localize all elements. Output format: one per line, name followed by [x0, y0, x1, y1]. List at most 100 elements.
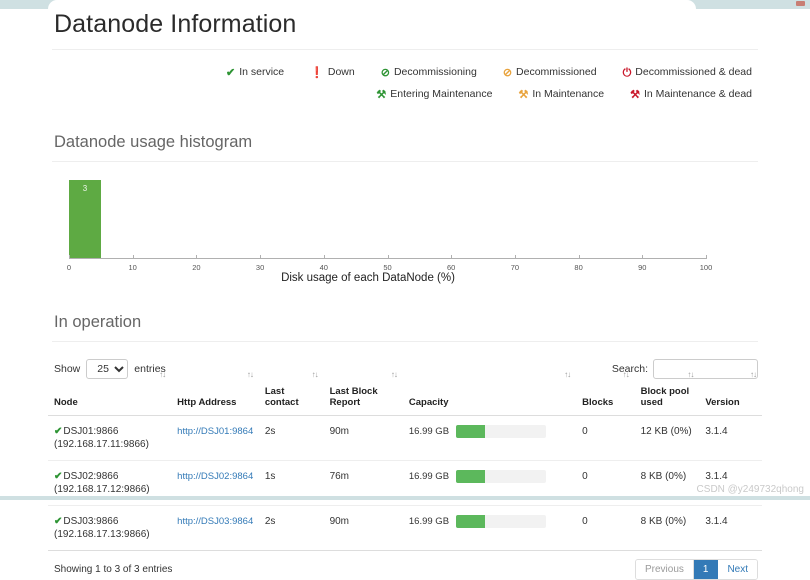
column-header-last-block-report[interactable]: ↑↓ Last Block Report	[323, 370, 403, 416]
legend-item-decommissioning: ⊘ Decommissioning	[381, 62, 477, 83]
capacity-value: 16.99 GB	[408, 426, 450, 437]
browser-tab[interactable]	[48, 0, 696, 9]
exclamation-circle-icon: ❗	[310, 67, 324, 79]
x-axis-tick	[387, 255, 389, 259]
column-header-capacity[interactable]: ↑↓ Capacity	[402, 370, 577, 416]
sort-icon[interactable]: ↑↓	[247, 369, 254, 380]
datanodes-table: ↑↓ Node ↑↓ Http Address ↑↓ Last contact ↑↓ Last…	[48, 370, 762, 551]
sort-icon[interactable]: ↑↓	[623, 369, 630, 380]
column-header-label: Node	[54, 397, 78, 408]
table-info: Showing 1 to 3 of 3 entries	[54, 564, 173, 575]
histogram-divider	[52, 161, 758, 162]
x-axis-tick-label: 90	[638, 263, 647, 272]
capacity-progress-bar	[456, 425, 547, 438]
sort-icon[interactable]: ↑↓	[391, 369, 398, 380]
sort-icon[interactable]: ↑↓	[564, 369, 571, 380]
table-header-row: ↑↓ Node ↑↓ Http Address ↑↓ Last contact ↑↓ Last…	[48, 370, 762, 416]
capacity-progress-fill	[456, 425, 485, 438]
x-axis-tick-label: 100	[699, 263, 713, 272]
column-header-label: Version	[705, 397, 740, 408]
node-ip-address: (192.168.17.11:9866)	[54, 439, 149, 450]
search-control: Search:	[612, 359, 758, 379]
check-icon: ✔	[54, 516, 63, 527]
x-axis-tick	[642, 255, 644, 259]
capacity-progress-fill	[456, 515, 485, 528]
capacity-value: 16.99 GB	[408, 516, 450, 527]
legend-item-label: Decommissioned	[516, 66, 597, 78]
column-header-label: Last Block Report	[329, 386, 378, 408]
http-address-link[interactable]: http://DSJ03:9864	[177, 516, 253, 527]
page-length-control: Show 102550100 entries	[54, 359, 166, 379]
cell-block-pool-used: 12 KB (0%)	[634, 415, 700, 461]
capacity-progress-bar	[456, 515, 547, 528]
check-icon: ✔	[54, 426, 63, 437]
check-icon: ✔	[54, 471, 63, 482]
cell-blocks: 0	[576, 415, 635, 461]
column-header-block-pool-used[interactable]: ↑↓ Block pool used	[634, 370, 700, 416]
x-axis-tick	[451, 255, 453, 259]
sort-icon[interactable]: ↑↓	[750, 369, 757, 380]
status-legend: ✔ In service ❗ Down ⊘ Decommissioning ⊘ Decommi…	[48, 50, 762, 110]
column-header-version[interactable]: ↑↓ Version	[699, 370, 762, 416]
column-header-http-address[interactable]: ↑↓ Http Address	[171, 370, 259, 416]
page-title: Datanode Information	[54, 10, 297, 38]
histogram-bar-value: 3	[82, 184, 88, 193]
legend-item-in-maintenance-dead: ⚒ In Maintenance & dead	[630, 84, 752, 105]
pagination-previous[interactable]: Previous	[635, 560, 694, 579]
browser-close-icon[interactable]	[796, 1, 805, 6]
table-body: ✔DSJ01:9866 (192.168.17.11:9866) http://DS…	[48, 415, 762, 551]
legend-item-label: Decommissioning	[393, 66, 477, 78]
legend-row-1: ✔ In service ❗ Down ⊘ Decommissioning ⊘ Decommi…	[48, 62, 752, 83]
x-axis-tick-label: 70	[510, 263, 520, 272]
page-length-select[interactable]: 102550100	[86, 359, 129, 379]
table-header: ↑↓ Node ↑↓ Http Address ↑↓ Last contact ↑↓ Last…	[48, 370, 762, 416]
cell-capacity: 16.99 GB	[402, 415, 577, 461]
column-header-last-contact[interactable]: ↑↓ Last contact	[258, 370, 324, 416]
legend-item-in-service: ✔ In service	[226, 62, 284, 83]
cell-last-block-report: 90m	[323, 505, 403, 551]
x-axis-tick	[706, 255, 707, 259]
pagination-next[interactable]: Next	[718, 560, 757, 579]
x-axis-tick-label: 0	[66, 263, 72, 272]
page-content: Datanode Information ✔ In service ❗ Down ⊘ De…	[0, 9, 810, 580]
cell-version: 3.1.4	[699, 505, 762, 551]
table-controls: Show 102550100 entries Search:	[48, 342, 762, 379]
histogram-x-axis-label: Disk usage of each DataNode (%)	[281, 272, 455, 284]
column-header-label: Blocks	[582, 397, 614, 408]
pagination-page-1[interactable]: 1	[693, 560, 719, 579]
sort-icon[interactable]: ↑↓	[687, 369, 694, 380]
x-axis-tick-label: 50	[383, 263, 392, 272]
x-axis-tick	[514, 255, 516, 259]
cell-http-address: http://DSJ01:9864	[171, 415, 259, 461]
column-header-blocks[interactable]: ↑↓ Blocks	[576, 370, 635, 416]
x-axis-tick-label: 10	[128, 263, 137, 272]
legend-item-down: ❗ Down	[310, 62, 355, 83]
search-input[interactable]	[653, 359, 758, 379]
browser-chrome-strip	[0, 0, 810, 9]
x-axis-tick-label: 80	[574, 263, 583, 272]
wrench-icon: ⚒	[376, 89, 387, 101]
ban-circle-icon: ⊘	[502, 67, 513, 79]
column-header-node[interactable]: ↑↓ Node	[48, 370, 172, 416]
window-bottom-edge	[0, 496, 810, 500]
sort-icon[interactable]: ↑↓	[312, 369, 319, 380]
datanode-usage-histogram: 3 0 10 20 30 40 50 60 70 80 90 100 Disk usage of e…	[48, 180, 762, 290]
capacity-progress-fill	[456, 470, 485, 483]
legend-item-entering-maintenance: ⚒ Entering Maintenance	[376, 84, 492, 105]
sort-icon[interactable]: ↑↓	[159, 369, 166, 380]
capacity-progress-bar	[456, 470, 547, 483]
http-address-link[interactable]: http://DSJ02:9864	[177, 471, 253, 482]
cell-block-pool-used: 8 KB (0%)	[634, 505, 700, 551]
http-address-link[interactable]: http://DSJ01:9864	[177, 426, 253, 437]
x-axis-tick-label: 30	[255, 263, 265, 272]
column-header-label: Block pool used	[640, 386, 690, 408]
ban-circle-icon: ⊘	[380, 67, 390, 79]
histogram-plot-area: 3	[69, 180, 706, 258]
cell-http-address: http://DSJ03:9864	[171, 505, 259, 551]
column-header-label: Capacity	[408, 397, 449, 408]
legend-item-decommissioned-dead: ⏻ Decommissioned & dead	[623, 62, 752, 83]
cell-node: ✔DSJ03:9866 (192.168.17.13:9866)	[48, 505, 172, 551]
node-name-label: DSJ02:9866	[63, 471, 119, 482]
x-axis-tick	[69, 255, 70, 259]
column-header-label: Http Address	[177, 397, 237, 408]
